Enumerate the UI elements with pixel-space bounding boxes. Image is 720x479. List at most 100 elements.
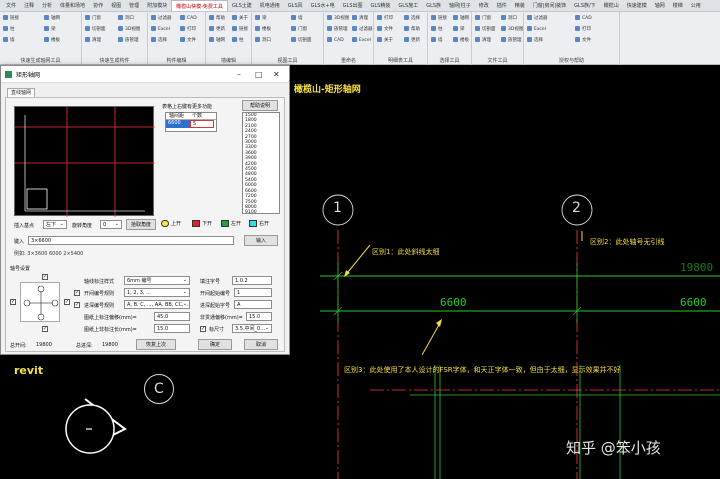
ribbon-button[interactable]: 梁 xyxy=(255,15,267,22)
top-axis-checkbox[interactable]: ✓ xyxy=(42,274,48,280)
ribbon-button[interactable]: 关于 xyxy=(232,15,248,22)
ribbon-tab[interactable]: 视图 xyxy=(107,0,125,11)
ribbon-button[interactable]: Excel xyxy=(151,26,170,33)
ribbon-button[interactable]: 族管理 xyxy=(501,37,522,44)
start2-input[interactable]: A xyxy=(234,300,272,309)
ribbon-tab[interactable]: 管理 xyxy=(125,0,143,11)
close-icon[interactable]: ✕ xyxy=(273,70,280,79)
ribbon-tab[interactable]: GLS风 xyxy=(284,0,307,11)
ribbon-button[interactable]: 门窗 xyxy=(475,15,491,22)
spacing-list[interactable]: 1500 1800 2100 2400 2700 3000 3300 3600 3900 4200… xyxy=(242,112,280,214)
ribbon-tab[interactable]: 机电通用 xyxy=(256,0,284,11)
rule2-select[interactable]: A, B, C, ..., AA, BB, CC, ... xyxy=(124,300,190,309)
ribbon-button[interactable]: 门窗 xyxy=(85,15,101,22)
ribbon-button[interactable]: 帮助 xyxy=(209,15,225,22)
ribbon-tab[interactable]: GLS族/下 xyxy=(570,0,600,11)
spacing-list-item[interactable]: 9100 xyxy=(243,210,279,213)
ribbon-tab[interactable]: 注释 xyxy=(20,0,38,11)
ribbon-tab[interactable]: GLS土建 xyxy=(228,0,256,11)
ribbon-button[interactable]: 切剖面 xyxy=(291,37,312,44)
ribbon-button[interactable]: 清理 xyxy=(85,37,101,44)
ribbon-tab[interactable]: 体量和场地 xyxy=(56,0,89,11)
ribbon-tab[interactable]: GLS族 xyxy=(422,0,445,11)
pick-angle-button[interactable]: 拾取角度 xyxy=(126,219,156,230)
ribbon-tab[interactable]: 插件 xyxy=(493,0,511,11)
ribbon-button[interactable]: 柱 xyxy=(431,26,443,33)
style-select[interactable]: 6mm 编号 xyxy=(124,276,190,285)
ribbon-button[interactable]: 更新 xyxy=(404,37,420,44)
ribbon-button[interactable]: CAD xyxy=(327,37,344,44)
ribbon-button[interactable]: 链接 xyxy=(3,15,19,22)
ribbon-button[interactable]: 切剖面 xyxy=(475,26,496,33)
ok-button[interactable]: 确定 xyxy=(198,339,232,350)
ribbon-button[interactable]: CAD xyxy=(180,15,197,22)
ribbon-button[interactable]: 墙 xyxy=(291,15,303,22)
ribbon-button[interactable]: 文件 xyxy=(575,37,591,44)
ribbon-button[interactable]: 洞口 xyxy=(501,15,517,22)
help-button[interactable]: 帮助说明 xyxy=(242,100,278,111)
ribbon-tab[interactable]: GLS施工 xyxy=(394,0,422,11)
ribbon-tab[interactable]: 文件 xyxy=(2,0,20,11)
restore-button[interactable]: 恢复上次 xyxy=(136,339,176,350)
ribbon-button[interactable]: 清理 xyxy=(352,15,368,22)
right-axis-checkbox[interactable]: ✓ xyxy=(64,299,70,305)
ribbon-button[interactable]: 3D视图 xyxy=(327,15,349,22)
ribbon-button[interactable]: 轴网 xyxy=(209,37,225,44)
ribbon-button[interactable]: 3D视图 xyxy=(118,26,140,33)
ribbon-button[interactable]: 3D视图 xyxy=(501,26,523,33)
ribbon-tab[interactable]: 附加模块 xyxy=(143,0,171,11)
cancel-button[interactable]: 取消 xyxy=(244,339,278,350)
open-left-button[interactable]: 左开 xyxy=(221,220,241,229)
down-dim-input[interactable]: 15.0 xyxy=(154,324,190,333)
ribbon-button[interactable]: 帮助 xyxy=(404,26,420,33)
ribbon-tab[interactable]: 快速建模 xyxy=(623,0,651,11)
maximize-icon[interactable]: □ xyxy=(255,70,263,79)
offset-input[interactable]: 15.0 xyxy=(246,312,272,321)
ribbon-tab[interactable]: 橄榄山快模-免费工具 xyxy=(171,0,228,11)
ribbon-tab[interactable]: 轴网|柱子 xyxy=(445,0,475,11)
cell-count[interactable]: 5 xyxy=(190,120,214,128)
ribbon-button[interactable]: 族管理 xyxy=(118,37,139,44)
up-dim-input[interactable]: 45.0 xyxy=(154,312,190,321)
ribbon-button[interactable]: Excel xyxy=(527,26,546,33)
ribbon-button[interactable]: 打印 xyxy=(180,26,196,33)
ribbon-button[interactable]: 选择 xyxy=(527,37,543,44)
ribbon-button[interactable]: 墙 xyxy=(3,37,15,44)
ribbon-button[interactable]: 清理 xyxy=(475,37,491,44)
ribbon-button[interactable]: 选择 xyxy=(151,37,167,44)
axis-bubble-c[interactable]: C xyxy=(144,374,174,404)
ribbon-button[interactable]: 切剖面 xyxy=(85,26,106,33)
confirm-input-button[interactable]: 输入 xyxy=(244,235,278,246)
ribbon-button[interactable]: 楼板 xyxy=(44,37,60,44)
ribbon-tab[interactable]: 分析 xyxy=(38,0,56,11)
ribbon-button[interactable]: 梁 xyxy=(453,26,465,33)
open-down-button[interactable]: 下开 xyxy=(192,220,212,229)
ribbon-button[interactable]: 过滤器 xyxy=(352,26,373,33)
ribbon-button[interactable]: 关于 xyxy=(377,37,393,44)
ribbon-tab[interactable]: 门窗|房间|装饰 xyxy=(529,0,570,11)
ribbon-button[interactable]: 墙 xyxy=(431,37,443,44)
ribbon-button[interactable]: 过滤器 xyxy=(151,15,172,22)
ribbon-button[interactable]: 洞口 xyxy=(118,15,134,22)
spacing-table[interactable]: 轴间距 个数 6600 5 xyxy=(165,112,217,132)
open-right-button[interactable]: 右开 xyxy=(249,220,269,229)
start-input[interactable]: 1 xyxy=(234,288,272,297)
axis-bubble-1[interactable]: 1 xyxy=(333,200,342,216)
ribbon-button[interactable]: 洞口 xyxy=(255,37,271,44)
rule-checkbox[interactable]: ✓ xyxy=(74,290,80,296)
cad-canvas[interactable]: 橄榄山-矩形轴网 1 2 19800 6600 6600 区别1：此处斜线太细 … xyxy=(290,65,720,479)
bottom-axis-checkbox[interactable]: ✓ xyxy=(42,326,48,332)
ribbon-button[interactable]: 文件 xyxy=(377,26,393,33)
rotate-select[interactable]: 0 xyxy=(100,220,122,229)
ribbon-button[interactable]: 链接 xyxy=(232,26,248,33)
ribbon-button[interactable]: 打印 xyxy=(575,26,591,33)
ribbon-tab[interactable]: 精装 xyxy=(511,0,529,11)
ribbon-tab[interactable]: GLS精装 xyxy=(367,0,395,11)
ribbon-tab[interactable]: 橄榄山 xyxy=(600,0,623,11)
size-checkbox[interactable]: ✓ xyxy=(200,326,206,332)
ribbon-button[interactable]: 梁 xyxy=(44,26,56,33)
rule-select[interactable]: 1, 2, 3, ... xyxy=(124,288,190,297)
ribbon-button[interactable]: 柱 xyxy=(232,37,244,44)
minimize-icon[interactable]: – xyxy=(237,70,241,79)
ribbon-tab[interactable]: 楼梯 xyxy=(669,0,687,11)
